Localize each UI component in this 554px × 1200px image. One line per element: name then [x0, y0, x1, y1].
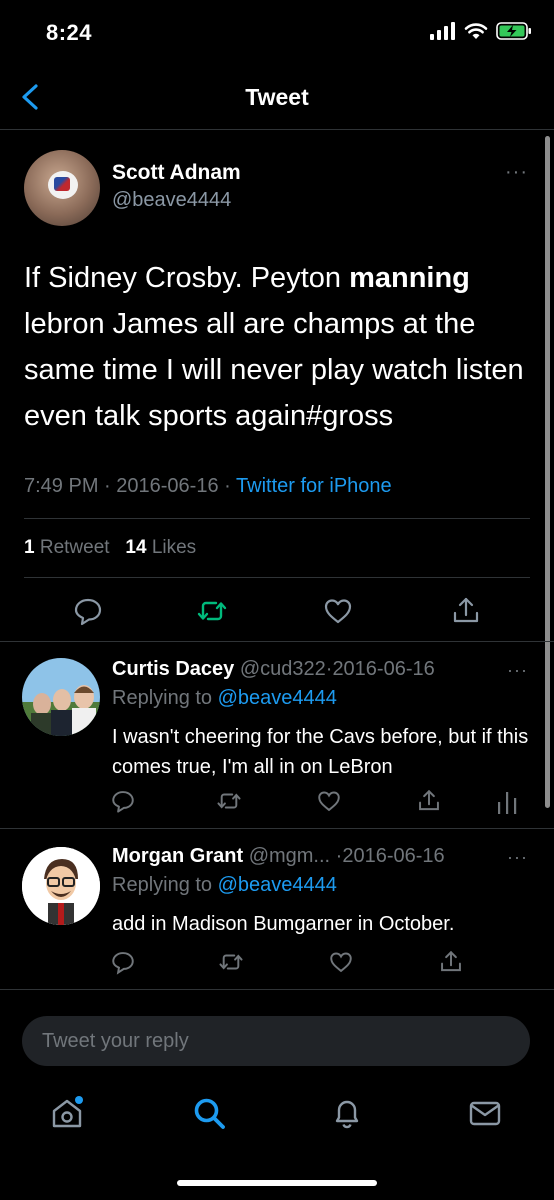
author-handle[interactable]: @beave4444	[112, 189, 231, 212]
wifi-icon	[464, 23, 488, 39]
reply-item[interactable]: Curtis Dacey @cud322·2016-06-16 ··· Repl…	[0, 642, 554, 828]
reply-icon[interactable]	[72, 595, 104, 627]
tweet-stats: 1 Retweet 14 Likes	[24, 537, 196, 559]
like-icon[interactable]	[328, 949, 354, 975]
reply-text: add in Madison Bumgarner in October.	[112, 913, 455, 935]
page-title: Tweet	[245, 84, 309, 110]
more-options-icon[interactable]: ···	[507, 847, 528, 868]
mention-link[interactable]: @beave4444	[218, 874, 337, 896]
retweet-stat[interactable]: 1 Retweet	[24, 537, 110, 558]
reply-item[interactable]: Morgan Grant @mgm... ·2016-06-16 ··· Rep…	[0, 829, 554, 989]
avatar[interactable]	[22, 847, 100, 925]
status-time: 8:24	[46, 20, 93, 45]
retweet-icon[interactable]	[196, 595, 228, 627]
replying-to: Replying to @beave4444	[112, 687, 337, 709]
share-icon[interactable]	[450, 595, 482, 627]
tweet-time: 7:49 PM	[24, 475, 99, 497]
reply-icon[interactable]	[110, 788, 136, 814]
tweet-actions	[0, 591, 554, 631]
signal-icon	[430, 22, 455, 40]
battery-charging-icon	[496, 22, 531, 40]
reply-input[interactable]: Tweet your reply	[22, 1016, 530, 1066]
tweet-text: If Sidney Crosby. Peyton manning lebron …	[24, 255, 524, 439]
replying-to: Replying to @beave4444	[112, 874, 337, 896]
reply-placeholder: Tweet your reply	[42, 1030, 189, 1052]
tweet-text-bold: manning	[349, 262, 470, 294]
tweet-meta: 7:49 PM · 2016-06-16 · Twitter for iPhon…	[24, 475, 392, 497]
share-icon[interactable]	[416, 788, 442, 814]
search-icon[interactable]	[190, 1094, 228, 1132]
like-icon[interactable]	[322, 595, 354, 627]
home-icon[interactable]	[48, 1094, 86, 1132]
nav-bar: Tweet	[0, 66, 554, 130]
more-options-icon[interactable]: ···	[507, 660, 528, 681]
status-icons	[430, 22, 532, 40]
retweet-icon[interactable]	[218, 949, 244, 975]
likes-stat[interactable]: 14 Likes	[125, 537, 196, 558]
avatar[interactable]	[22, 658, 100, 736]
tweet-text-part: If Sidney Crosby. Peyton	[24, 262, 350, 294]
avatar[interactable]	[24, 150, 100, 226]
author-name[interactable]: Scott Adnam	[112, 161, 241, 185]
home-indicator[interactable]	[177, 1180, 377, 1186]
more-options-icon[interactable]: ···	[505, 161, 528, 184]
share-icon[interactable]	[438, 949, 464, 975]
reply-text: I wasn't cheering for the Cavs before, b…	[112, 726, 529, 778]
tweet-date: 2016-06-16	[116, 475, 219, 497]
tab-bar	[0, 1084, 554, 1154]
retweet-icon[interactable]	[216, 788, 242, 814]
reply-author[interactable]: Morgan Grant @mgm... ·2016-06-16	[112, 845, 445, 868]
tweet-source-link[interactable]: Twitter for iPhone	[236, 475, 392, 497]
messages-icon[interactable]	[466, 1094, 504, 1132]
mention-link[interactable]: @beave4444	[218, 687, 337, 709]
reply-author[interactable]: Curtis Dacey @cud322·2016-06-16	[112, 658, 435, 681]
reply-icon[interactable]	[110, 949, 136, 975]
status-bar: 8:24	[0, 0, 554, 66]
analytics-icon[interactable]	[496, 790, 518, 814]
like-icon[interactable]	[316, 788, 342, 814]
tweet-text-part: lebron James all are champs at the same …	[24, 308, 524, 432]
notifications-icon[interactable]	[328, 1094, 366, 1132]
